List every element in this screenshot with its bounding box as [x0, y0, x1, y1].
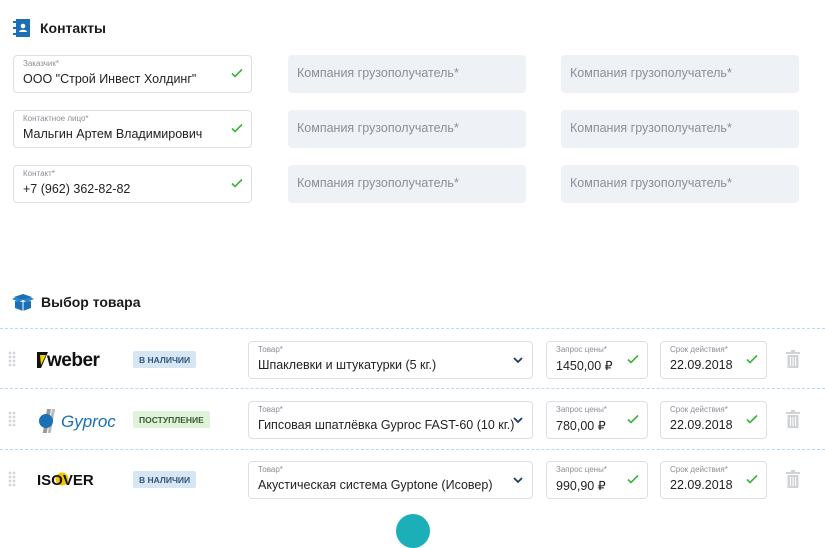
contacts-book-icon	[13, 19, 30, 37]
status-badge: В НАЛИЧИИ	[133, 351, 197, 368]
chevron-down-icon	[513, 357, 523, 364]
consignee-input[interactable]: Компания грузополучатель*	[561, 110, 799, 148]
price-input[interactable]: Запрос цены* 990,90 ₽	[546, 461, 648, 499]
price-input[interactable]: Запрос цены* 1450,00 ₽	[546, 341, 648, 379]
field-value: Акустическая система Gyptone (Исовер)	[258, 478, 493, 492]
brand-name: weber	[46, 350, 101, 371]
drag-handle[interactable]	[8, 411, 16, 427]
product-select[interactable]: Товар* Акустическая система Gyptone (Исов…	[248, 461, 533, 499]
check-icon	[627, 354, 639, 364]
check-icon	[746, 414, 758, 424]
add-product-button[interactable]	[396, 514, 430, 548]
trash-icon[interactable]	[786, 410, 800, 428]
date-input[interactable]: Срок действия* 22.09.2018	[660, 341, 767, 379]
field-label: Контактное лицо*	[23, 114, 89, 123]
trash-icon[interactable]	[786, 350, 800, 368]
consignee-input[interactable]: Компания грузополучатель*	[288, 55, 526, 93]
status-badge: В НАЛИЧИИ	[133, 471, 197, 488]
chevron-down-icon	[513, 477, 523, 484]
contacts-title: Контакты	[40, 20, 107, 36]
field-label: Товар*	[258, 345, 283, 354]
field-label: Запрос цены*	[556, 405, 607, 414]
check-icon	[231, 123, 243, 133]
field-label: Срок действия*	[670, 465, 728, 474]
field-label: Срок действия*	[670, 345, 728, 354]
field-value: 1450,00 ₽	[556, 359, 613, 373]
field-value: 22.09.2018	[670, 478, 733, 492]
field-value: ООО "Строй Инвест Холдинг"	[23, 72, 197, 86]
price-input[interactable]: Запрос цены* 780,00 ₽	[546, 401, 648, 439]
check-icon	[627, 414, 639, 424]
divider	[0, 388, 825, 389]
field-value: 22.09.2018	[670, 358, 733, 372]
brand-name: Gyproc	[61, 412, 116, 431]
status-badge: ПОСТУПЛЕНИЕ	[133, 411, 210, 428]
date-input[interactable]: Срок действия* 22.09.2018	[660, 461, 767, 499]
field-label: Товар*	[258, 465, 283, 474]
divider	[0, 449, 825, 450]
brand-logo-weber: weber	[37, 349, 117, 376]
trash-icon[interactable]	[786, 470, 800, 488]
field-value: Мальгин Артем Владимирович	[23, 127, 203, 141]
field-label: Контакт*	[23, 169, 55, 178]
consignee-input[interactable]: Компания грузополучатель*	[288, 165, 526, 203]
brand-logo-gyproc: Gyproc	[37, 409, 117, 438]
field-value: 780,00 ₽	[556, 419, 606, 433]
product-select[interactable]: Товар* Шпаклевки и штукатурки (5 кг.)	[248, 341, 533, 379]
brand-logo-isover: ISOVER	[37, 469, 119, 494]
drag-handle[interactable]	[8, 351, 16, 367]
check-icon	[231, 178, 243, 188]
check-icon	[627, 474, 639, 484]
field-value: 22.09.2018	[670, 418, 733, 432]
field-label: Товар*	[258, 405, 283, 414]
consignee-input[interactable]: Компания грузополучатель*	[288, 110, 526, 148]
field-value: Гипсовая шпатлёвка Gyproc FAST-60 (10 кг…	[258, 418, 515, 432]
contact-field-1[interactable]: Контактное лицо* Мальгин Артем Владимиров…	[13, 110, 252, 148]
field-label: Запрос цены*	[556, 345, 607, 354]
drag-handle[interactable]	[8, 471, 16, 487]
products-title: Выбор товара	[41, 294, 141, 310]
divider	[0, 328, 825, 329]
check-icon	[746, 354, 758, 364]
chevron-down-icon	[513, 417, 523, 424]
product-select[interactable]: Товар* Гипсовая шпатлёвка Gyproc FAST-60 …	[248, 401, 533, 439]
contact-field-0[interactable]: Заказчик* ООО "Строй Инвест Холдинг"	[13, 55, 252, 93]
field-value: 990,90 ₽	[556, 479, 606, 493]
brand-name: ISOVER	[37, 472, 94, 489]
consignee-input[interactable]: Компания грузополучатель*	[561, 55, 799, 93]
date-input[interactable]: Срок действия* 22.09.2018	[660, 401, 767, 439]
consignee-input[interactable]: Компания грузополучатель*	[561, 165, 799, 203]
field-value: Шпаклевки и штукатурки (5 кг.)	[258, 358, 437, 372]
box-icon	[12, 294, 34, 311]
field-label: Срок действия*	[670, 405, 728, 414]
check-icon	[746, 474, 758, 484]
check-icon	[231, 68, 243, 78]
field-value: +7 (962) 362-82-82	[23, 182, 131, 196]
field-label: Заказчик*	[23, 59, 59, 68]
contact-field-2[interactable]: Контакт* +7 (962) 362-82-82	[13, 165, 252, 203]
field-label: Запрос цены*	[556, 465, 607, 474]
